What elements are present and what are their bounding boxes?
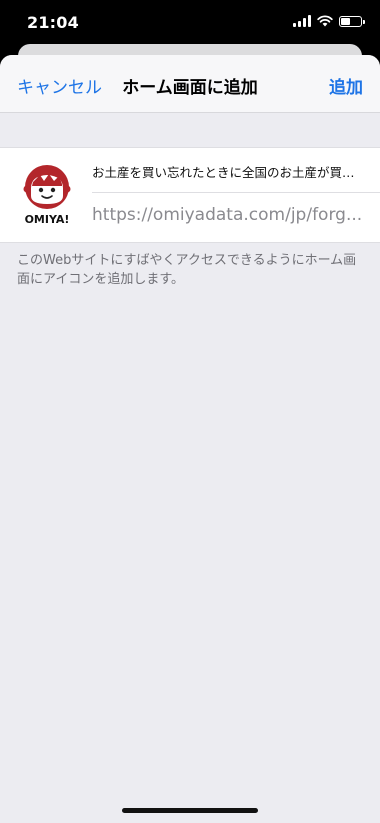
cellular-signal-icon xyxy=(293,15,311,27)
card-divider xyxy=(92,192,380,193)
screen: 21:04 キャンセル ホーム画面に追加 追加 OMIYA! お土産を買い忘れた… xyxy=(0,0,380,823)
battery-icon xyxy=(339,15,365,27)
status-icons xyxy=(293,15,365,27)
footnote-text: このWebサイトにすばやくアクセスできるようにホーム画面にアイコンを追加します。 xyxy=(17,253,357,287)
battery-level xyxy=(341,17,350,25)
home-indicator[interactable] xyxy=(122,808,258,813)
omiya-logo-icon[interactable]: OMIYA! xyxy=(14,162,80,228)
add-to-home-sheet: キャンセル ホーム画面に追加 追加 OMIYA! お土産を買い忘れたときに全国の… xyxy=(0,55,380,823)
status-time: 21:04 xyxy=(27,13,79,32)
shortcut-url: https://omiyadata.com/jp/forg... xyxy=(92,205,363,225)
sheet-title: ホーム画面に追加 xyxy=(122,78,258,98)
shortcut-card: OMIYA! お土産を買い忘れたときに全国のお土産が買… https://omi… xyxy=(0,147,380,243)
shortcut-name-field[interactable]: お土産を買い忘れたときに全国のお土産が買… xyxy=(92,162,366,181)
logo-wordmark: OMIYA! xyxy=(25,213,70,226)
status-bar: 21:04 xyxy=(0,0,380,44)
nav-bar: キャンセル ホーム画面に追加 追加 xyxy=(0,55,380,113)
add-button[interactable]: 追加 xyxy=(329,73,363,98)
wifi-icon xyxy=(317,15,333,27)
